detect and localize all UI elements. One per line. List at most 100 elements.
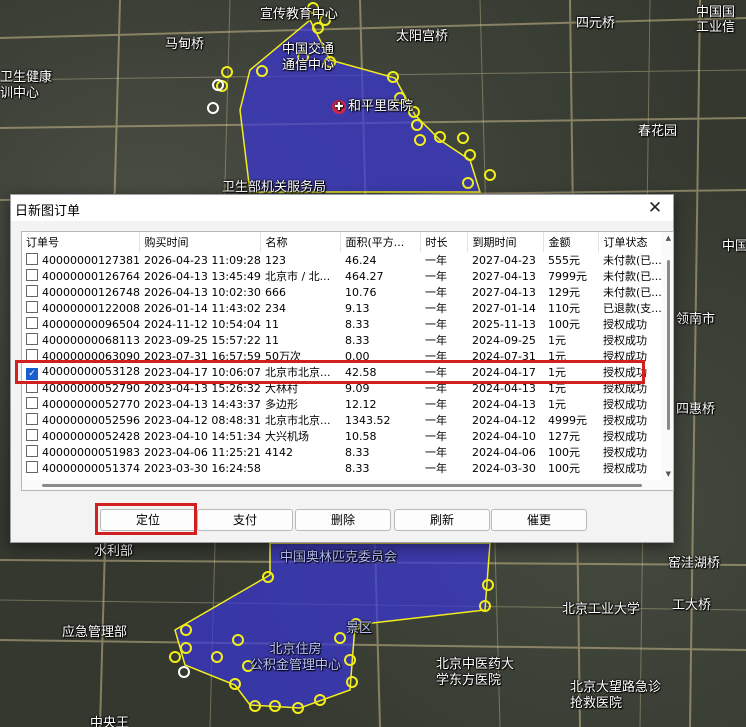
cell-area: 46.24 [341, 252, 421, 268]
row-checkbox[interactable] [26, 317, 38, 329]
col-header-duration[interactable]: 时长 [420, 232, 469, 252]
table-row[interactable]: 40000000096504 2024-11-12 10:54:04 11 8.33 一… [22, 316, 668, 332]
cell-expiry-text: 2027-04-23 [471, 253, 536, 267]
col-header-expiry[interactable]: 到期时间 [467, 232, 545, 252]
cell-purchase-time: 2026-01-14 11:43:02 [140, 300, 261, 316]
button-row: 定位 支付 删除 刷新 催更 [11, 509, 673, 531]
cell-duration-text: 一年 [424, 286, 447, 299]
cell-status-text: 授权成功 [602, 462, 647, 475]
row-checkbox[interactable] [26, 301, 38, 313]
row-checkbox[interactable] [26, 381, 38, 393]
table-row[interactable]: 40000000052770 2023-04-13 14:43:37 多边形 12.1… [22, 396, 668, 412]
cell-area-text: 1343.52 [344, 413, 391, 427]
table-row[interactable]: 40000000051374 2023-03-30 16:24:58 8.33 一年 2… [22, 460, 668, 476]
cell-name-text: 11 [264, 333, 279, 347]
cell-duration: 一年 [421, 380, 468, 396]
row-checkbox[interactable]: ✓ [26, 367, 38, 380]
cell-area-text: 464.27 [344, 269, 384, 283]
scroll-down-icon[interactable]: ▼ [666, 470, 671, 478]
pay-button[interactable]: 支付 [197, 509, 293, 531]
cell-area: 8.33 [341, 316, 421, 332]
row-checkbox[interactable] [26, 397, 38, 409]
cell-expiry-text: 2024-04-12 [471, 413, 536, 427]
cell-area-text: 8.33 [344, 317, 370, 331]
cell-status-text: 未付款(已... [602, 286, 662, 299]
row-checkbox[interactable] [26, 445, 38, 457]
row-checkbox[interactable] [26, 413, 38, 425]
cell-expiry: 2024-07-31 [468, 348, 544, 364]
cell-area-text: 46.24 [344, 253, 377, 267]
cell-order-id: 40000000063090 [22, 348, 140, 364]
cell-expiry: 2025-11-13 [468, 316, 544, 332]
table-row[interactable]: 40000000122008 2026-01-14 11:43:02 234 9.13… [22, 300, 668, 316]
cell-order-id: 40000000052596 [22, 412, 140, 428]
cell-order-id-text: 40000000126764 [42, 270, 140, 283]
horizontal-scrollbar[interactable] [22, 480, 661, 490]
map-label-zhongguo-right: 中国 [722, 239, 746, 254]
col-header-name[interactable]: 名称 [260, 232, 342, 252]
cell-purchase-time-text: 2023-09-25 15:57:22 [143, 333, 261, 347]
row-checkbox[interactable] [26, 253, 38, 265]
cell-duration: 一年 [421, 428, 468, 444]
dialog-titlebar[interactable]: 日新图订单 ✕ [11, 195, 673, 221]
row-checkbox[interactable] [26, 349, 38, 361]
vertical-scroll-thumb[interactable] [667, 260, 670, 430]
close-icon[interactable]: ✕ [645, 198, 665, 218]
cell-expiry: 2024-03-30 [468, 460, 544, 476]
row-checkbox[interactable] [26, 429, 38, 441]
cell-duration-text: 一年 [424, 366, 447, 379]
table-row[interactable]: 40000000126748 2026-04-13 10:02:30 666 10.7… [22, 284, 668, 300]
table-row[interactable]: 40000000052428 2023-04-10 14:51:34 大兴机场 10.… [22, 428, 668, 444]
horizontal-scroll-thumb[interactable] [42, 484, 642, 487]
cell-area: 8.33 [341, 444, 421, 460]
cell-purchase-time-text: 2026-04-13 13:45:49 [143, 269, 261, 283]
row-checkbox[interactable] [26, 333, 38, 345]
col-header-order-id[interactable]: 订单号 [22, 232, 141, 252]
cell-purchase-time-text: 2026-01-14 11:43:02 [143, 301, 261, 315]
cell-duration-text: 一年 [424, 334, 447, 347]
col-header-area[interactable]: 面积(平方... [340, 232, 422, 252]
col-header-purchase-time[interactable]: 购买时间 [139, 232, 262, 252]
cell-status-text: 未付款(已... [602, 254, 662, 267]
map-label-olympic: 中国奥林匹克委员会 [280, 550, 398, 565]
table-row[interactable]: 40000000068113 2023-09-25 15:57:22 11 8.33 一… [22, 332, 668, 348]
remind-button[interactable]: 催更 [491, 509, 587, 531]
cell-purchase-time-text: 2023-03-30 16:24:58 [143, 461, 261, 475]
col-header-amount[interactable]: 金额 [543, 232, 600, 252]
cell-order-id-text: 40000000068113 [42, 334, 140, 347]
table-row[interactable]: 40000000063090 2023-07-31 16:57:59 50万次 0.0… [22, 348, 668, 364]
table-row[interactable]: 40000000052790 2023-04-13 15:26:32 大林村 9.09… [22, 380, 668, 396]
cell-status: 授权成功 [599, 332, 668, 348]
cell-name-text: 11 [264, 317, 279, 331]
row-checkbox[interactable] [26, 461, 38, 473]
scroll-up-icon[interactable]: ▲ [666, 234, 671, 242]
col-header-status[interactable]: 订单状态 [598, 232, 669, 252]
locate-button[interactable]: 定位 [100, 509, 196, 531]
cell-expiry: 2024-09-25 [468, 332, 544, 348]
table-row[interactable]: 40000000127381 2026-04-23 11:09:28 123 46.2… [22, 252, 668, 268]
map-label-madian: 马甸桥 [165, 37, 205, 52]
row-checkbox[interactable] [26, 285, 38, 297]
cell-duration-text: 一年 [424, 270, 447, 283]
table-row[interactable]: ✓ 40000000053128 2023-04-17 10:06:07 北京市北京.… [22, 364, 668, 380]
cell-amount-text: 1元 [547, 382, 566, 395]
cell-duration-text: 一年 [424, 382, 447, 395]
cell-amount: 1元 [544, 332, 599, 348]
cell-purchase-time: 2023-04-17 10:06:07 [139, 364, 261, 380]
delete-button[interactable]: 删除 [295, 509, 391, 531]
cell-status-text: 授权成功 [602, 334, 647, 347]
refresh-button[interactable]: 刷新 [394, 509, 490, 531]
table-row[interactable]: 40000000051983 2023-04-06 11:25:21 4142 8.3… [22, 444, 668, 460]
cell-expiry: 2027-04-23 [468, 252, 544, 268]
vertical-scrollbar[interactable]: ▲ ▼ [661, 232, 673, 490]
cell-name-text: 234 [264, 301, 286, 315]
cell-name-text: 大兴机场 [264, 430, 309, 443]
cell-area-text: 42.58 [344, 365, 377, 379]
map-label-yingji: 应急管理部 [62, 625, 128, 640]
row-checkbox[interactable] [26, 269, 38, 281]
cell-purchase-time-text: 2023-04-12 08:48:31 [143, 413, 261, 427]
cell-expiry: 2024-04-06 [468, 444, 544, 460]
table-row[interactable]: 40000000126764 2026-04-13 13:45:49 北京市 / 北… [22, 268, 668, 284]
table-row[interactable]: 40000000052596 2023-04-12 08:48:31 北京市北京..… [22, 412, 668, 428]
cell-amount: 1元 [544, 348, 599, 364]
